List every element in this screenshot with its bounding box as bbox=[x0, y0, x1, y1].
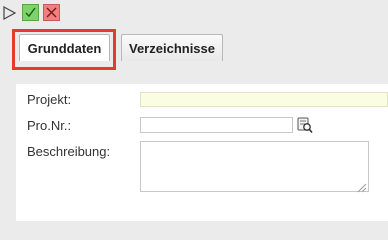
tab-label: Verzeichnisse bbox=[129, 40, 215, 56]
tab-label: Grunddaten bbox=[27, 40, 102, 56]
tab-verzeichnisse[interactable]: Verzeichnisse bbox=[121, 34, 223, 61]
beschreibung-label: Beschreibung: bbox=[27, 144, 111, 159]
beschreibung-textarea[interactable] bbox=[140, 141, 369, 192]
checkmark-icon[interactable] bbox=[22, 4, 39, 21]
tab-grunddaten[interactable]: Grunddaten bbox=[19, 34, 110, 61]
toolbar bbox=[0, 0, 388, 26]
projekt-input[interactable] bbox=[140, 92, 388, 107]
projekt-label: Projekt: bbox=[27, 92, 72, 107]
lookup-icon[interactable] bbox=[297, 116, 313, 134]
resize-grip-icon[interactable] bbox=[356, 180, 367, 193]
pro-nr-input[interactable] bbox=[140, 117, 293, 133]
play-icon[interactable] bbox=[0, 4, 17, 21]
close-icon[interactable] bbox=[43, 4, 60, 21]
pro-nr-label: Pro.Nr.: bbox=[27, 118, 72, 133]
tab-bar: Grunddaten Verzeichnisse bbox=[0, 26, 388, 66]
